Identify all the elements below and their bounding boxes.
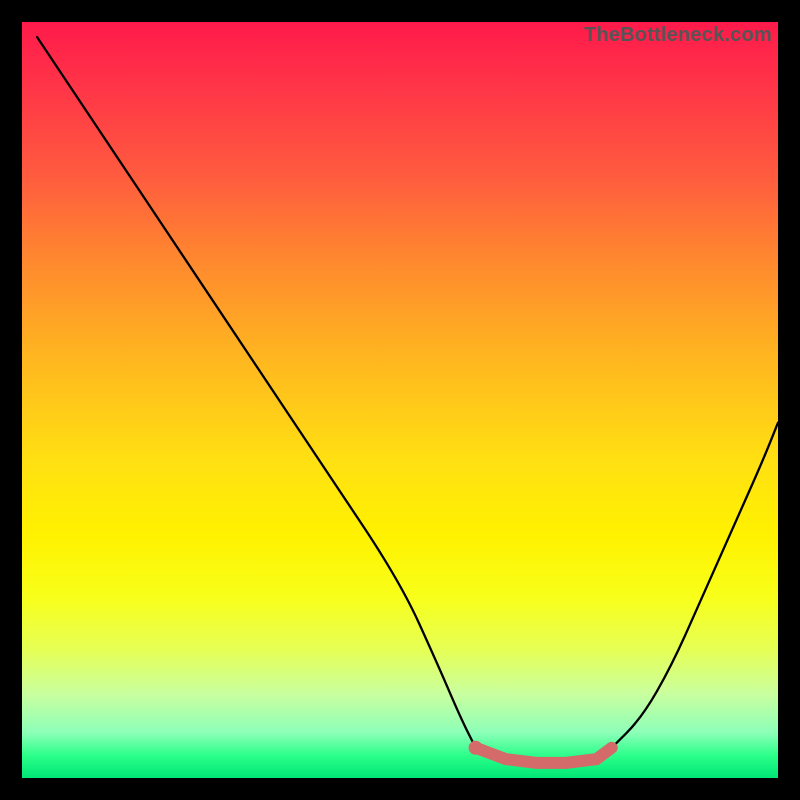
plot-area: TheBottleneck.com <box>22 22 778 778</box>
curve-right <box>612 423 778 748</box>
accent-segment <box>476 748 612 763</box>
accent-dot <box>469 741 483 755</box>
chart-svg <box>22 22 778 778</box>
curve-left <box>37 37 475 748</box>
chart-frame: TheBottleneck.com <box>0 0 800 800</box>
